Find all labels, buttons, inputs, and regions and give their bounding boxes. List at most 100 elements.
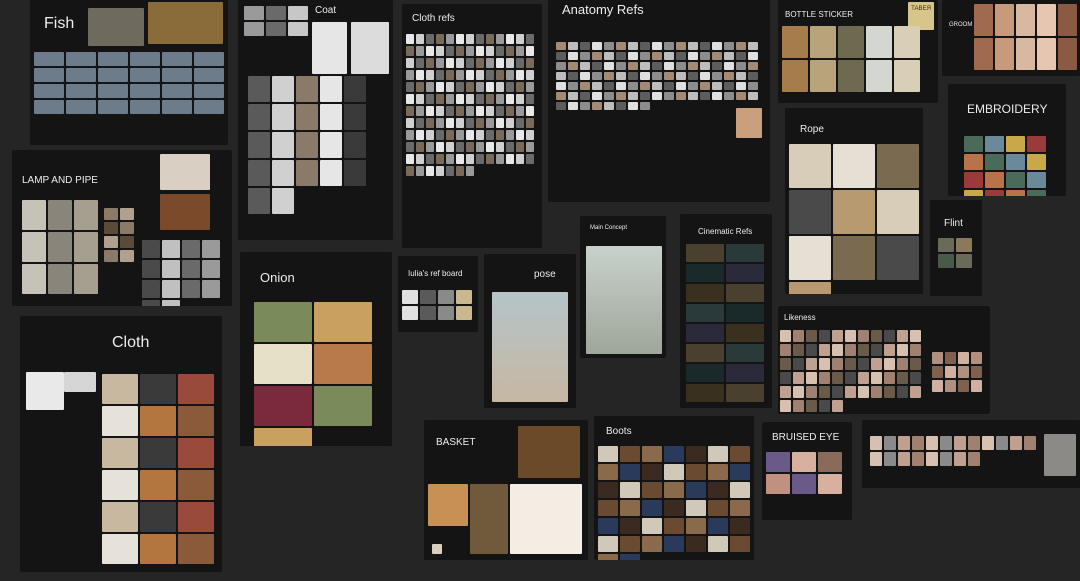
thumbnail[interactable]: [604, 82, 614, 90]
thumbnail[interactable]: [102, 470, 138, 500]
thumbnail[interactable]: [436, 118, 444, 128]
thumbnail[interactable]: [664, 464, 684, 480]
thumbnail[interactable]: [526, 118, 534, 128]
thumbnail[interactable]: [104, 250, 118, 262]
thumbnail[interactable]: [476, 46, 484, 56]
thumbnail[interactable]: [730, 518, 750, 534]
thumbnail[interactable]: [592, 72, 602, 80]
thumbnail[interactable]: [496, 94, 504, 104]
thumbnail[interactable]: [416, 70, 424, 80]
anatomy-portrait[interactable]: [736, 108, 762, 138]
thumbnail[interactable]: [724, 92, 734, 100]
thumbnail[interactable]: [456, 154, 464, 164]
thumbnail[interactable]: [676, 92, 686, 100]
thumbnail[interactable]: [780, 344, 791, 356]
thumbnail[interactable]: [436, 130, 444, 140]
thumbnail[interactable]: [898, 452, 910, 466]
thumbnail[interactable]: [858, 372, 869, 384]
thumbnail[interactable]: [466, 130, 474, 140]
thumbnail[interactable]: [556, 72, 566, 80]
thumbnail[interactable]: [568, 82, 578, 90]
thumbnail[interactable]: [402, 306, 418, 320]
thumbnail[interactable]: [912, 436, 924, 450]
thumbnail[interactable]: [526, 142, 534, 152]
thumbnail[interactable]: [598, 554, 618, 560]
thumbnail[interactable]: [640, 72, 650, 80]
thumbnail[interactable]: [724, 72, 734, 80]
thumbnail[interactable]: [712, 62, 722, 70]
thumbnail[interactable]: [985, 172, 1004, 188]
thumbnail[interactable]: [810, 60, 836, 92]
thumbnail[interactable]: [406, 142, 414, 152]
thumbnail[interactable]: [724, 52, 734, 60]
thumbnail[interactable]: [436, 70, 444, 80]
basket-photo-3[interactable]: [470, 484, 508, 554]
thumbnail[interactable]: [858, 330, 869, 342]
thumbnail[interactable]: [838, 26, 864, 58]
thumbnail[interactable]: [66, 84, 96, 98]
thumbnail[interactable]: [616, 42, 626, 50]
thumbnail[interactable]: [620, 464, 640, 480]
thumbnail[interactable]: [780, 358, 791, 370]
thumbnail[interactable]: [686, 304, 724, 322]
basket-photo-4[interactable]: [510, 484, 582, 554]
thumbnail[interactable]: [516, 82, 524, 92]
main-concept-image[interactable]: [586, 246, 662, 354]
thumbnail[interactable]: [466, 106, 474, 116]
thumbnail[interactable]: [832, 358, 843, 370]
thumbnail[interactable]: [592, 82, 602, 90]
thumbnail[interactable]: [616, 52, 626, 60]
thumbnail[interactable]: [652, 62, 662, 70]
thumbnail[interactable]: [194, 84, 224, 98]
thumbnail[interactable]: [793, 344, 804, 356]
thumbnail[interactable]: [592, 102, 602, 110]
thumbnail[interactable]: [516, 142, 524, 152]
thumbnail[interactable]: [506, 106, 514, 116]
thumbnail[interactable]: [496, 82, 504, 92]
thumbnail[interactable]: [254, 428, 312, 446]
thumbnail[interactable]: [120, 250, 134, 262]
thumbnail[interactable]: [604, 102, 614, 110]
thumbnail[interactable]: [592, 62, 602, 70]
thumbnail[interactable]: [568, 102, 578, 110]
thumbnail[interactable]: [526, 106, 534, 116]
thumbnail[interactable]: [676, 82, 686, 90]
thumbnail[interactable]: [516, 46, 524, 56]
thumbnail[interactable]: [416, 166, 424, 176]
thumbnail[interactable]: [102, 502, 138, 532]
thumbnail[interactable]: [894, 60, 920, 92]
thumbnail[interactable]: [516, 70, 524, 80]
pipe-photo-2[interactable]: [160, 194, 210, 230]
thumbnail[interactable]: [945, 352, 956, 364]
thumbnail[interactable]: [700, 92, 710, 100]
thumbnail[interactable]: [724, 62, 734, 70]
thumbnail[interactable]: [456, 58, 464, 68]
thumbnail[interactable]: [466, 46, 474, 56]
thumbnail[interactable]: [436, 82, 444, 92]
thumbnail[interactable]: [436, 58, 444, 68]
thumbnail[interactable]: [789, 282, 831, 294]
thumbnail[interactable]: [810, 26, 836, 58]
thumbnail[interactable]: [686, 500, 706, 516]
thumbnail[interactable]: [182, 240, 200, 258]
thumbnail[interactable]: [708, 536, 728, 552]
thumbnail[interactable]: [628, 92, 638, 100]
board-boots[interactable]: Boots: [594, 416, 754, 560]
thumbnail[interactable]: [818, 474, 842, 494]
thumbnail[interactable]: [971, 366, 982, 378]
thumbnail[interactable]: [486, 58, 494, 68]
thumbnail[interactable]: [845, 372, 856, 384]
thumbnail[interactable]: [476, 82, 484, 92]
thumbnail[interactable]: [628, 52, 638, 60]
thumbnail[interactable]: [664, 446, 684, 462]
thumbnail[interactable]: [496, 154, 504, 164]
thumbnail[interactable]: [476, 106, 484, 116]
thumbnail[interactable]: [34, 100, 64, 114]
thumbnail[interactable]: [712, 92, 722, 100]
thumbnail[interactable]: [248, 132, 270, 158]
thumbnail[interactable]: [162, 280, 180, 298]
thumbnail[interactable]: [982, 436, 994, 450]
thumbnail[interactable]: [806, 386, 817, 398]
thumbnail[interactable]: [832, 372, 843, 384]
board-groom[interactable]: GROOM: [942, 0, 1080, 76]
